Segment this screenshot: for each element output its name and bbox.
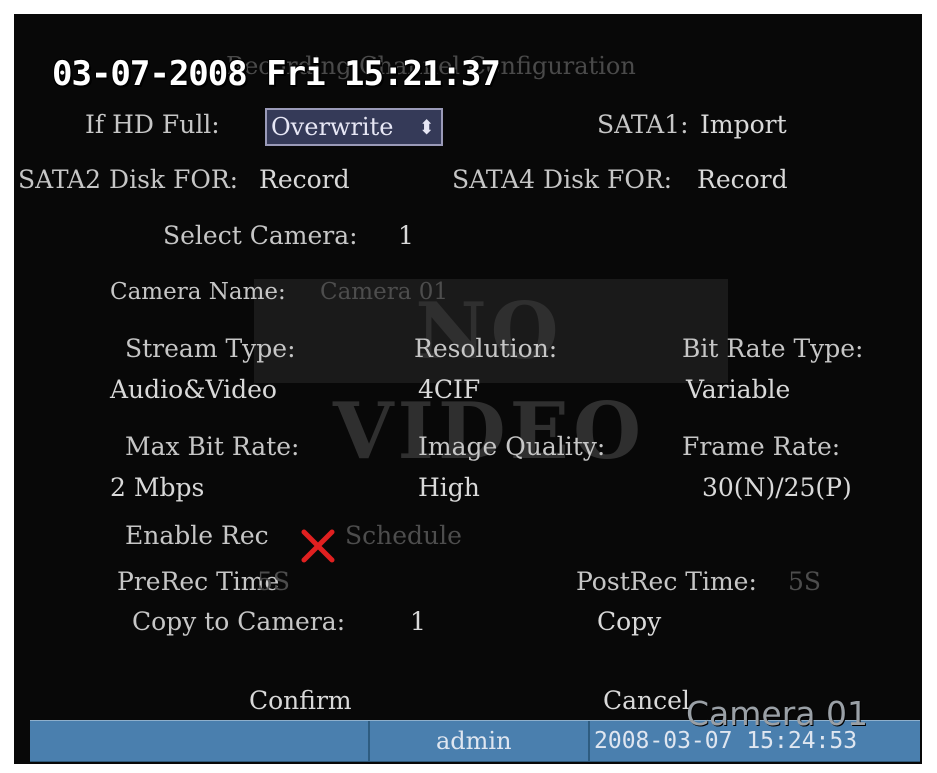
bit-rate-type-value[interactable]: Variable — [686, 375, 790, 404]
copy-to-camera-value[interactable]: 1 — [410, 607, 426, 636]
stream-type-label: Stream Type: — [125, 334, 296, 363]
max-bit-rate-label: Max Bit Rate: — [125, 432, 300, 461]
sata4-value[interactable]: Record — [697, 165, 788, 194]
image-quality-label: Image Quality: — [418, 432, 606, 461]
status-cell-empty — [30, 721, 370, 761]
status-user: admin — [436, 727, 512, 755]
frame-rate-value[interactable]: 30(N)/25(P) — [702, 473, 852, 502]
camera-name-label: Camera Name: — [110, 279, 286, 305]
prerec-value[interactable]: 5S — [257, 567, 290, 596]
confirm-button[interactable]: Confirm — [249, 686, 352, 715]
resolution-label: Resolution: — [414, 334, 558, 363]
hd-full-value: Overwrite — [271, 113, 394, 141]
select-camera-value[interactable]: 1 — [398, 221, 414, 250]
camera-name-field[interactable]: Camera 01 — [320, 279, 448, 305]
enable-rec-label: Enable Rec — [125, 521, 269, 550]
max-bit-rate-value[interactable]: 2 Mbps — [110, 473, 204, 502]
hd-full-select[interactable]: Overwrite ⬍ — [265, 108, 443, 146]
prerec-label: PreRec Time — [117, 567, 280, 596]
postrec-label: PostRec Time: — [576, 567, 757, 596]
frame-rate-label: Frame Rate: — [682, 432, 841, 461]
select-camera-label: Select Camera: — [163, 221, 358, 250]
sata2-label: SATA2 Disk FOR: — [18, 165, 239, 194]
image-quality-value[interactable]: High — [418, 473, 480, 502]
enable-rec-checkbox-x-icon[interactable] — [298, 526, 338, 566]
sata4-label: SATA4 Disk FOR: — [452, 165, 673, 194]
sata2-value[interactable]: Record — [259, 165, 350, 194]
schedule-button[interactable]: Schedule — [345, 521, 462, 550]
hd-full-label: If HD Full: — [85, 110, 220, 139]
dvr-screen: NO VIDEO Recording Channel Configuration… — [14, 14, 922, 764]
copy-button[interactable]: Copy — [597, 607, 661, 636]
sata1-label: SATA1: — [597, 110, 689, 139]
up-down-arrow-icon: ⬍ — [418, 115, 435, 139]
bit-rate-type-label: Bit Rate Type: — [682, 334, 864, 363]
resolution-value[interactable]: 4CIF — [418, 375, 480, 404]
copy-to-camera-label: Copy to Camera: — [132, 607, 346, 636]
stream-type-value[interactable]: Audio&Video — [110, 375, 277, 404]
postrec-value[interactable]: 5S — [788, 567, 821, 596]
osd-datetime: 03-07-2008 Fri 15:21:37 — [52, 54, 501, 94]
cancel-button[interactable]: Cancel — [603, 686, 690, 715]
sata1-value[interactable]: Import — [700, 110, 787, 139]
status-cell-user: admin — [370, 721, 590, 761]
osd-camera-label: Camera 01 — [686, 694, 868, 733]
